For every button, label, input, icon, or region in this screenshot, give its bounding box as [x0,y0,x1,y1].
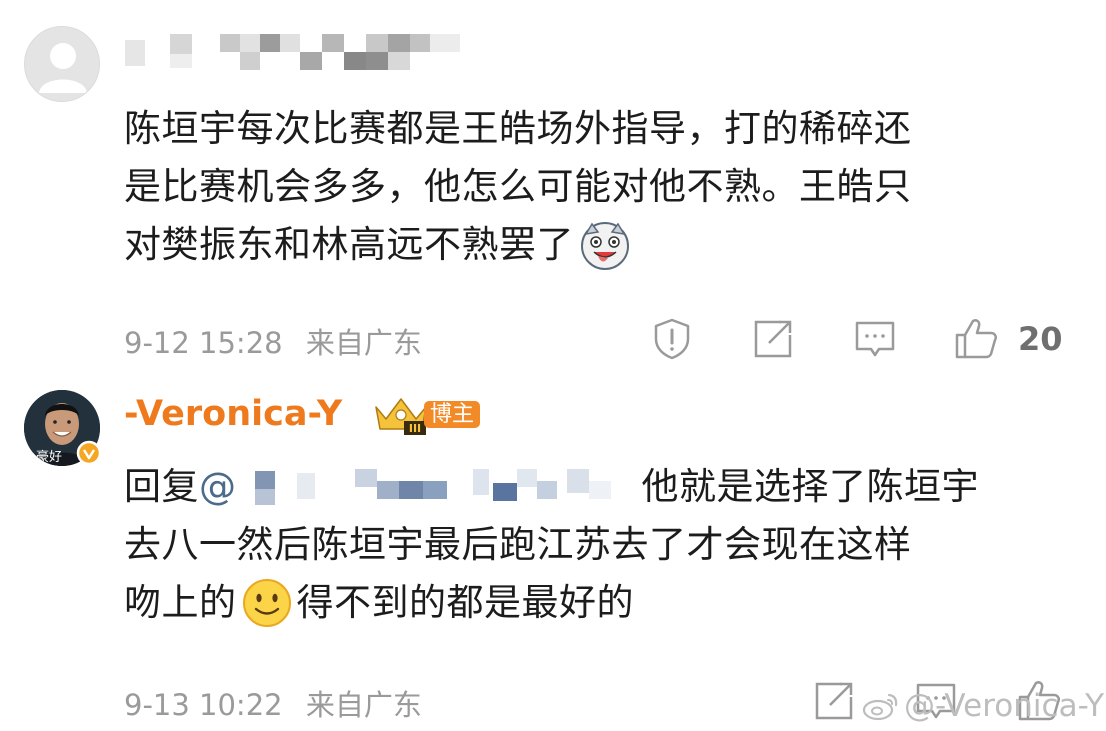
comment-source: 来自广东 [305,688,422,722]
reply-prefix: 回复 [124,465,199,508]
comment-meta: 9-12 15:28 来自广东 [124,320,422,362]
comment-meta: 9-13 10:22 来自广东 [124,682,422,724]
weibo-logo-icon [862,693,898,721]
author-badge: 博主 [424,401,481,428]
like-count: 20 [1018,320,1063,358]
comment-line: 对樊振东和林高远不熟罢了 [124,216,1084,274]
share-icon[interactable] [751,317,795,361]
comment-line: 吻上的 得不到的都是最好的 [124,574,1084,632]
default-avatar-icon [39,43,87,93]
like-icon[interactable] [953,315,999,361]
mention-redacted [237,467,632,507]
comment-source: 来自广东 [305,326,422,360]
comment-icon[interactable] [853,317,897,361]
crown-level-icon: III [375,398,427,435]
comment-line: 陈垣宇每次比赛都是王皓场外指导，打的稀碎还 [124,107,912,150]
doge-emoji-icon [581,222,629,270]
comment-username[interactable]: -Veronica-Y [124,394,342,434]
comment-text: 陈垣宇每次比赛都是王皓场外指导，打的稀碎还 是比赛机会多多，他怎么可能对他不熟。… [124,100,1084,274]
comment-date: 9-12 15:28 [124,326,283,360]
comment-text: 回复 @ 他就是选择了陈垣宇 去八一然后陈垣宇最后跑江苏去了才会现在这样 吻上的 [124,458,1084,632]
comment-line: 是比赛机会多多，他怎么可能对他不熟。王皓只 [124,165,912,208]
share-icon[interactable] [812,679,856,723]
weibo-watermark: @-Veronica-Y [862,688,1104,724]
comment-date: 9-13 10:22 [124,688,283,722]
avatar-caption: 豪好 [36,450,63,465]
smile-emoji-icon [242,579,291,627]
mention-at[interactable]: @ [199,458,237,516]
svg-text:III: III [409,422,421,435]
commenter-avatar[interactable] [24,26,100,102]
comment-line: 回复 @ 他就是选择了陈垣宇 [124,458,1084,516]
username-redacted [125,32,465,72]
comment-line: 去八一然后陈垣宇最后跑江苏去了才会现在这样 [124,523,912,566]
report-icon[interactable] [650,317,694,361]
verified-badge-icon [76,440,102,466]
